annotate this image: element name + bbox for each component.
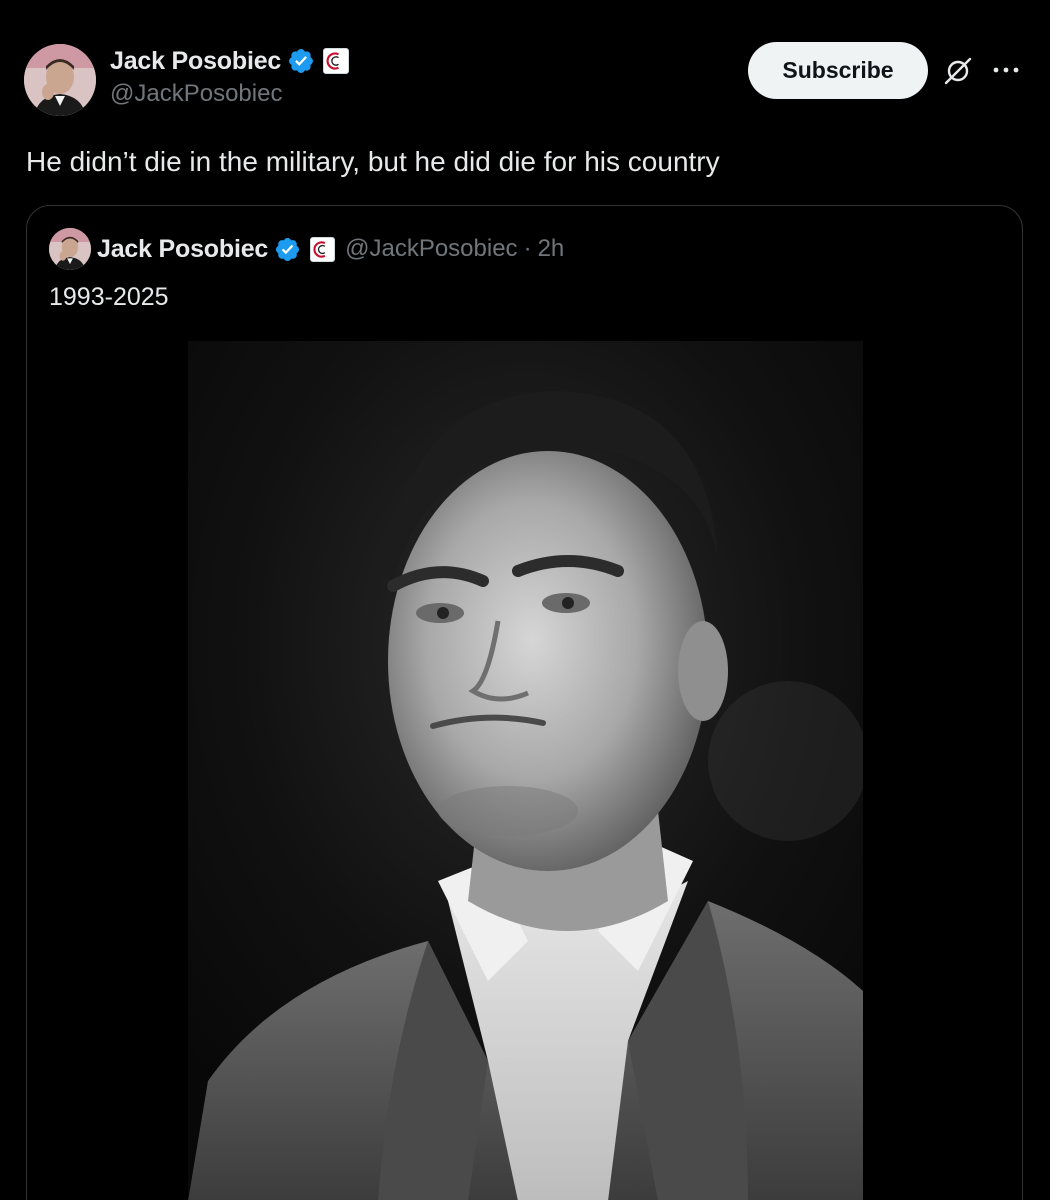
author-avatar[interactable] [24, 44, 96, 116]
author-handle[interactable]: @JackPosobiec [110, 80, 349, 108]
portrait-image [188, 341, 863, 1200]
post-text: He didn’t die in the military, but he di… [26, 146, 720, 177]
subscribe-button[interactable]: Subscribe [748, 42, 928, 99]
quoted-affiliation-logo-icon [313, 240, 326, 258]
post: Jack Posobiec @JackPosobiec Subscribe He… [0, 0, 1050, 1200]
more-options-icon[interactable] [990, 58, 1022, 82]
quoted-post-photo[interactable] [188, 341, 863, 1200]
author-name-row: Jack Posobiec [110, 44, 350, 78]
quoted-avatar-image [49, 228, 91, 270]
quoted-affiliation-badge-icon [310, 236, 336, 262]
quoted-timestamp: 2h [537, 235, 565, 262]
quoted-post-card[interactable]: Jack Posobiec @JackPosobiec · 2h 1993-20… [26, 205, 1023, 1200]
avatar-image [24, 44, 96, 116]
author-display-name[interactable]: Jack Posobiec [110, 47, 281, 76]
quoted-author-avatar [49, 228, 91, 270]
author-info: Jack Posobiec @JackPosobiec [110, 44, 350, 108]
affiliation-logo-icon [326, 52, 340, 70]
verified-badge-icon[interactable] [287, 47, 315, 75]
quoted-post-header: Jack Posobiec @JackPosobiec · 2h [49, 228, 564, 270]
quoted-separator: · [523, 235, 532, 262]
quoted-author-display-name: Jack Posobiec [97, 234, 269, 263]
grok-icon[interactable] [940, 53, 976, 89]
quoted-author-handle: @JackPosobiec [345, 235, 518, 262]
quoted-verified-badge-icon [276, 237, 300, 261]
quoted-post-text: 1993-2025 [49, 283, 169, 311]
affiliation-badge-icon[interactable] [323, 48, 350, 74]
